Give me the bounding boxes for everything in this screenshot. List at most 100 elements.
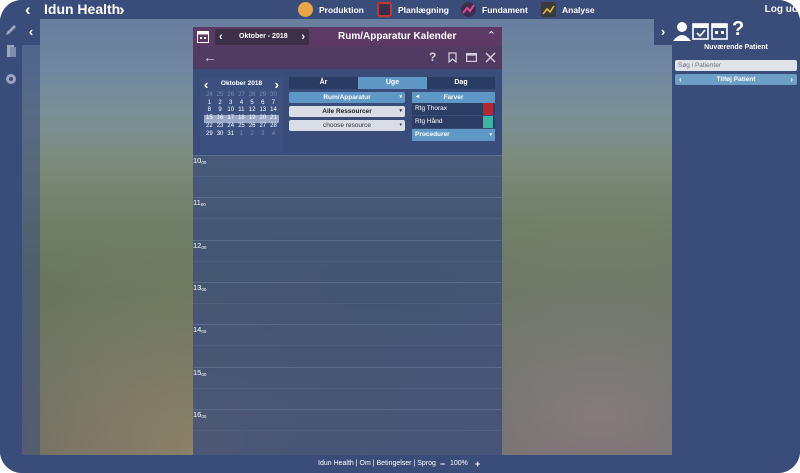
mini-calendar-day[interactable]: 28 [268, 123, 279, 131]
bookmark-icon[interactable] [448, 52, 457, 63]
pencil-icon[interactable] [4, 23, 18, 37]
mini-calendar-day[interactable]: 16 [214, 115, 226, 123]
module-produktion[interactable]: Produktion [298, 0, 364, 19]
mini-calendar-day[interactable]: 29 [204, 131, 215, 139]
mini-calendar-day[interactable]: 24 [225, 123, 236, 131]
mini-calendar-day[interactable]: 22 [204, 123, 215, 131]
mini-calendar-day[interactable]: 2 [247, 131, 258, 139]
mini-calendar-day[interactable]: 28 [247, 92, 258, 100]
mini-calendar: ‹ Oktober 2018 › 24 25 26 27 28 29 30 1 2 3 4 5 6 7 8 9… [200, 77, 283, 153]
next-month-icon[interactable]: › [301, 29, 305, 45]
color-swatch[interactable] [483, 103, 493, 115]
footer-links[interactable]: Idun Health | Om | Betingelser | Sprog [318, 455, 436, 473]
mini-calendar-day[interactable]: 4 [268, 131, 279, 139]
calendar-grid-icon[interactable] [197, 30, 209, 43]
mini-calendar-day[interactable]: 1 [204, 100, 215, 108]
hour-gridline [193, 324, 502, 326]
tab-week[interactable]: Uge [358, 77, 427, 89]
mini-calendar-day[interactable]: 13 [257, 107, 268, 115]
color-swatch[interactable] [483, 116, 493, 128]
mini-calendar-day[interactable]: 8 [204, 107, 215, 115]
back-arrow-icon[interactable]: ‹ [25, 0, 31, 19]
mini-calendar-day[interactable]: 30 [215, 131, 226, 139]
module-analyse[interactable]: Analyse [541, 0, 595, 19]
mini-calendar-day[interactable]: 17 [225, 115, 237, 123]
close-icon[interactable] [485, 52, 496, 63]
module-fundament[interactable]: Fundament [461, 0, 528, 19]
prev-icon[interactable]: ‹ [679, 74, 682, 85]
collapse-chevron-icon[interactable]: ⌃ [487, 27, 496, 46]
mini-calendar-day[interactable]: 18 [236, 115, 247, 123]
forward-arrow-icon[interactable]: › [119, 0, 125, 19]
zoom-out-button[interactable]: − [440, 455, 445, 473]
mini-calendar-day[interactable]: 23 [215, 123, 226, 131]
calendar-check-icon[interactable] [692, 22, 709, 40]
mini-calendar-day[interactable]: 6 [257, 100, 268, 108]
zoom-level: 100% [450, 460, 468, 467]
mini-calendar-day[interactable]: 1 [236, 131, 247, 139]
mini-calendar-day[interactable]: 10 [225, 107, 236, 115]
mini-calendar-day[interactable]: 15 [204, 115, 215, 123]
logout-link[interactable]: Log ud [765, 0, 800, 19]
hour-gridline [193, 155, 502, 156]
mini-calendar-day[interactable]: 24 [204, 92, 215, 100]
mini-calendar-day[interactable]: 19 [246, 115, 258, 123]
mini-calendar-day[interactable]: 27 [236, 92, 247, 100]
choose-resource-dropdown[interactable]: choose resource ▾ [289, 120, 405, 131]
mini-calendar-day[interactable]: 3 [225, 100, 236, 108]
back-arrow-icon[interactable]: ← [203, 47, 217, 67]
mini-calendar-day[interactable]: 26 [225, 92, 236, 100]
bookmarks-icon[interactable] [4, 44, 18, 58]
tab-year[interactable]: År [289, 77, 358, 89]
mini-calendar-day[interactable]: 5 [247, 100, 258, 108]
mini-calendar-day[interactable]: 21 [268, 115, 279, 123]
type-dropdown[interactable]: Rum/Apparatur ▾ [289, 92, 405, 103]
mini-calendar-day[interactable]: 4 [236, 100, 247, 108]
prev-month-icon[interactable]: ‹ [219, 29, 223, 45]
collapse-right-button[interactable]: › [654, 19, 672, 45]
color-row-rtg-thorax[interactable]: Rtg Thorax [412, 103, 495, 115]
mini-calendar-day[interactable]: 31 [225, 131, 236, 139]
half-hour-gridline [193, 387, 502, 389]
week-timeline[interactable]: 1000 1100 1200 1300 1400 1500 1600 [193, 155, 502, 455]
calendar-header: ‹ Oktober - 2018 › Rum/Apparatur Kalende… [193, 27, 502, 46]
help-icon[interactable]: ? [732, 18, 744, 41]
help-icon[interactable]: ? [429, 47, 436, 67]
mini-calendar-day[interactable]: 9 [215, 107, 226, 115]
mini-calendar-day[interactable]: 26 [247, 123, 258, 131]
procedures-dropdown[interactable]: Procedurer ▾ [412, 129, 495, 141]
zoom-in-button[interactable]: + [475, 455, 480, 473]
mini-calendar-day[interactable]: 14 [268, 107, 279, 115]
mini-calendar-day[interactable]: 30 [268, 92, 279, 100]
mini-calendar-day[interactable]: 27 [257, 123, 268, 131]
calendar-icon [377, 2, 392, 17]
mini-calendar-day[interactable]: 25 [236, 123, 247, 131]
window-icon[interactable] [466, 53, 477, 62]
mini-next-icon[interactable]: › [275, 78, 279, 91]
colors-header[interactable]: ◂ Farver [412, 92, 495, 103]
mini-calendar-day[interactable]: 7 [268, 100, 279, 108]
color-row-rtg-hand[interactable]: Rtg Hånd [412, 116, 495, 128]
patient-search-input[interactable]: Søg i Patienter [675, 60, 797, 71]
mini-calendar-day[interactable]: 11 [236, 107, 247, 115]
collapse-left-button[interactable]: ‹ [22, 19, 40, 45]
date-selector[interactable]: ‹ Oktober - 2018 › [215, 29, 309, 45]
user-icon[interactable] [673, 21, 691, 41]
mini-calendar-week: 24 25 26 27 28 29 30 [204, 92, 279, 100]
mini-calendar-day[interactable]: 3 [257, 131, 268, 139]
mini-calendar-day[interactable]: 20 [257, 115, 269, 123]
next-icon[interactable]: › [790, 74, 793, 85]
mini-calendar-day[interactable]: 12 [247, 107, 258, 115]
mini-calendar-day[interactable]: 29 [257, 92, 268, 100]
add-patient-button[interactable]: ‹ Tilføj Patient › [675, 74, 797, 85]
hour-label: 1600 [193, 409, 207, 419]
gear-icon[interactable] [4, 72, 18, 86]
mini-calendar-day[interactable]: 2 [215, 100, 226, 108]
hour-gridline [193, 408, 502, 410]
calendar-week-icon[interactable] [711, 22, 728, 40]
hour-label: 1200 [193, 240, 207, 250]
mini-calendar-day[interactable]: 25 [215, 92, 226, 100]
module-planlaegning[interactable]: Planlægning [377, 0, 449, 19]
tab-day[interactable]: Dag [427, 77, 495, 89]
resources-dropdown[interactable]: Alle Ressourcer ▾ [289, 106, 405, 117]
